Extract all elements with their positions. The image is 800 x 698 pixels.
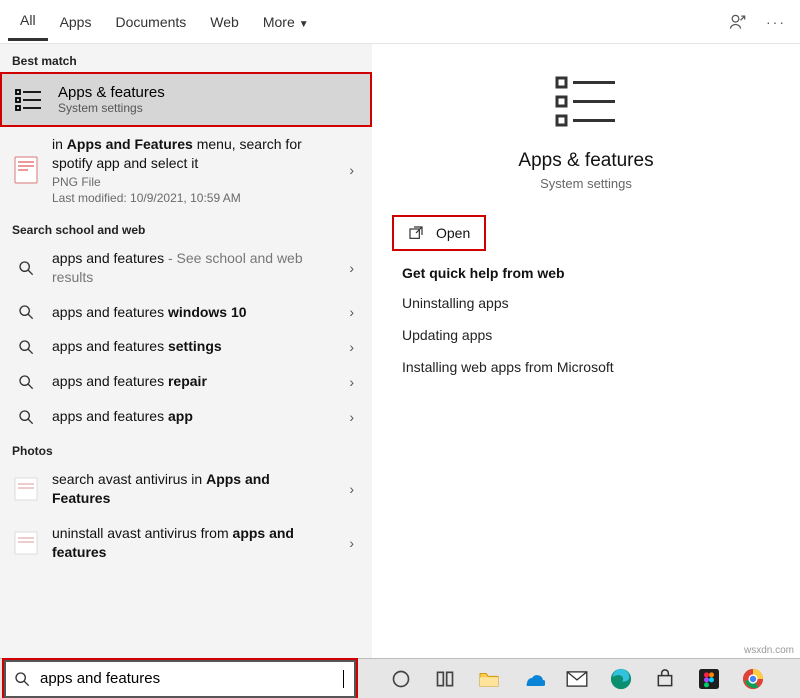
search-icon bbox=[12, 260, 40, 276]
chevron-down-icon: ▼ bbox=[299, 19, 309, 30]
chevron-right-icon[interactable]: › bbox=[343, 304, 360, 320]
file-explorer-icon[interactable] bbox=[476, 666, 502, 692]
web-result-1[interactable]: apps and features windows 10 › bbox=[0, 295, 372, 330]
search-tabs: All Apps Documents Web More ▼ ··· bbox=[0, 0, 800, 44]
photo-thumb-icon bbox=[12, 477, 40, 501]
search-icon bbox=[6, 671, 38, 687]
section-photos: Photos bbox=[0, 434, 372, 462]
quick-help: Get quick help from web Uninstalling app… bbox=[372, 265, 800, 391]
png-file-icon bbox=[12, 155, 40, 185]
results-panel: Best match Apps & features System settin… bbox=[0, 44, 372, 698]
apps-features-large-icon bbox=[551, 72, 621, 132]
photo-result-label: uninstall avast antivirus from apps and … bbox=[52, 524, 331, 562]
web-result-0[interactable]: apps and features - See school and web r… bbox=[0, 241, 372, 295]
best-match-title: Apps & features bbox=[58, 84, 165, 101]
tab-documents[interactable]: Documents bbox=[103, 4, 198, 40]
section-best-match: Best match bbox=[0, 44, 372, 72]
file-result-type: PNG File bbox=[52, 175, 331, 189]
open-icon bbox=[408, 225, 424, 241]
chevron-right-icon[interactable]: › bbox=[343, 162, 360, 178]
open-action[interactable]: Open bbox=[392, 215, 486, 251]
more-options-icon[interactable]: ··· bbox=[766, 14, 786, 30]
chevron-right-icon[interactable]: › bbox=[343, 374, 360, 390]
search-input[interactable] bbox=[38, 669, 343, 688]
search-icon bbox=[12, 339, 40, 355]
preview-panel: Apps & features System settings Open Get… bbox=[372, 44, 800, 698]
best-match-result[interactable]: Apps & features System settings bbox=[0, 72, 372, 127]
photo-result-0[interactable]: search avast antivirus in Apps and Featu… bbox=[0, 462, 372, 516]
tab-web[interactable]: Web bbox=[198, 4, 251, 40]
search-icon bbox=[12, 304, 40, 320]
web-result-4[interactable]: apps and features app › bbox=[0, 399, 372, 434]
web-result-3[interactable]: apps and features repair › bbox=[0, 364, 372, 399]
cortana-icon[interactable] bbox=[388, 666, 414, 692]
file-result[interactable]: in Apps and Features menu, search for sp… bbox=[0, 127, 372, 213]
web-result-label: apps and features settings bbox=[52, 337, 331, 356]
section-school-web: Search school and web bbox=[0, 213, 372, 241]
file-result-modified: Last modified: 10/9/2021, 10:59 AM bbox=[52, 191, 331, 205]
web-result-label: apps and features app bbox=[52, 407, 331, 426]
onedrive-icon[interactable] bbox=[520, 666, 546, 692]
figma-icon[interactable] bbox=[696, 666, 722, 692]
tab-apps[interactable]: Apps bbox=[48, 4, 104, 40]
file-result-title: in Apps and Features menu, search for sp… bbox=[52, 135, 331, 173]
task-view-icon[interactable] bbox=[432, 666, 458, 692]
tab-more[interactable]: More ▼ bbox=[251, 4, 321, 40]
preview-title: Apps & features bbox=[518, 150, 653, 172]
chevron-right-icon[interactable]: › bbox=[343, 481, 360, 497]
web-result-label: apps and features repair bbox=[52, 372, 331, 391]
watermark: wsxdn.com bbox=[744, 645, 794, 656]
photo-result-1[interactable]: uninstall avast antivirus from apps and … bbox=[0, 516, 372, 570]
chrome-icon[interactable] bbox=[740, 666, 766, 692]
quick-help-header: Get quick help from web bbox=[402, 265, 770, 281]
chevron-right-icon[interactable]: › bbox=[343, 339, 360, 355]
photo-thumb-icon bbox=[12, 531, 40, 555]
tab-all[interactable]: All bbox=[8, 2, 48, 41]
text-caret bbox=[343, 670, 344, 688]
photo-result-label: search avast antivirus in Apps and Featu… bbox=[52, 470, 331, 508]
search-box[interactable] bbox=[4, 660, 356, 698]
quick-help-link-update[interactable]: Updating apps bbox=[402, 327, 770, 343]
web-result-label: apps and features windows 10 bbox=[52, 303, 331, 322]
chevron-right-icon[interactable]: › bbox=[343, 535, 360, 551]
quick-help-link-install-web[interactable]: Installing web apps from Microsoft bbox=[402, 359, 770, 375]
edge-icon[interactable] bbox=[608, 666, 634, 692]
search-icon bbox=[12, 409, 40, 425]
chevron-right-icon[interactable]: › bbox=[343, 260, 360, 276]
quick-help-link-uninstall[interactable]: Uninstalling apps bbox=[402, 295, 770, 311]
web-result-label: apps and features - See school and web r… bbox=[52, 249, 331, 287]
tab-more-label: More bbox=[263, 14, 295, 30]
store-icon[interactable] bbox=[652, 666, 678, 692]
best-match-subtitle: System settings bbox=[58, 101, 165, 115]
taskbar bbox=[0, 658, 800, 698]
apps-features-icon bbox=[14, 85, 44, 115]
preview-subtitle: System settings bbox=[540, 176, 632, 191]
web-result-2[interactable]: apps and features settings › bbox=[0, 329, 372, 364]
mail-icon[interactable] bbox=[564, 666, 590, 692]
open-label: Open bbox=[436, 225, 470, 241]
chevron-right-icon[interactable]: › bbox=[343, 409, 360, 425]
feedback-icon[interactable] bbox=[728, 12, 748, 32]
search-icon bbox=[12, 374, 40, 390]
